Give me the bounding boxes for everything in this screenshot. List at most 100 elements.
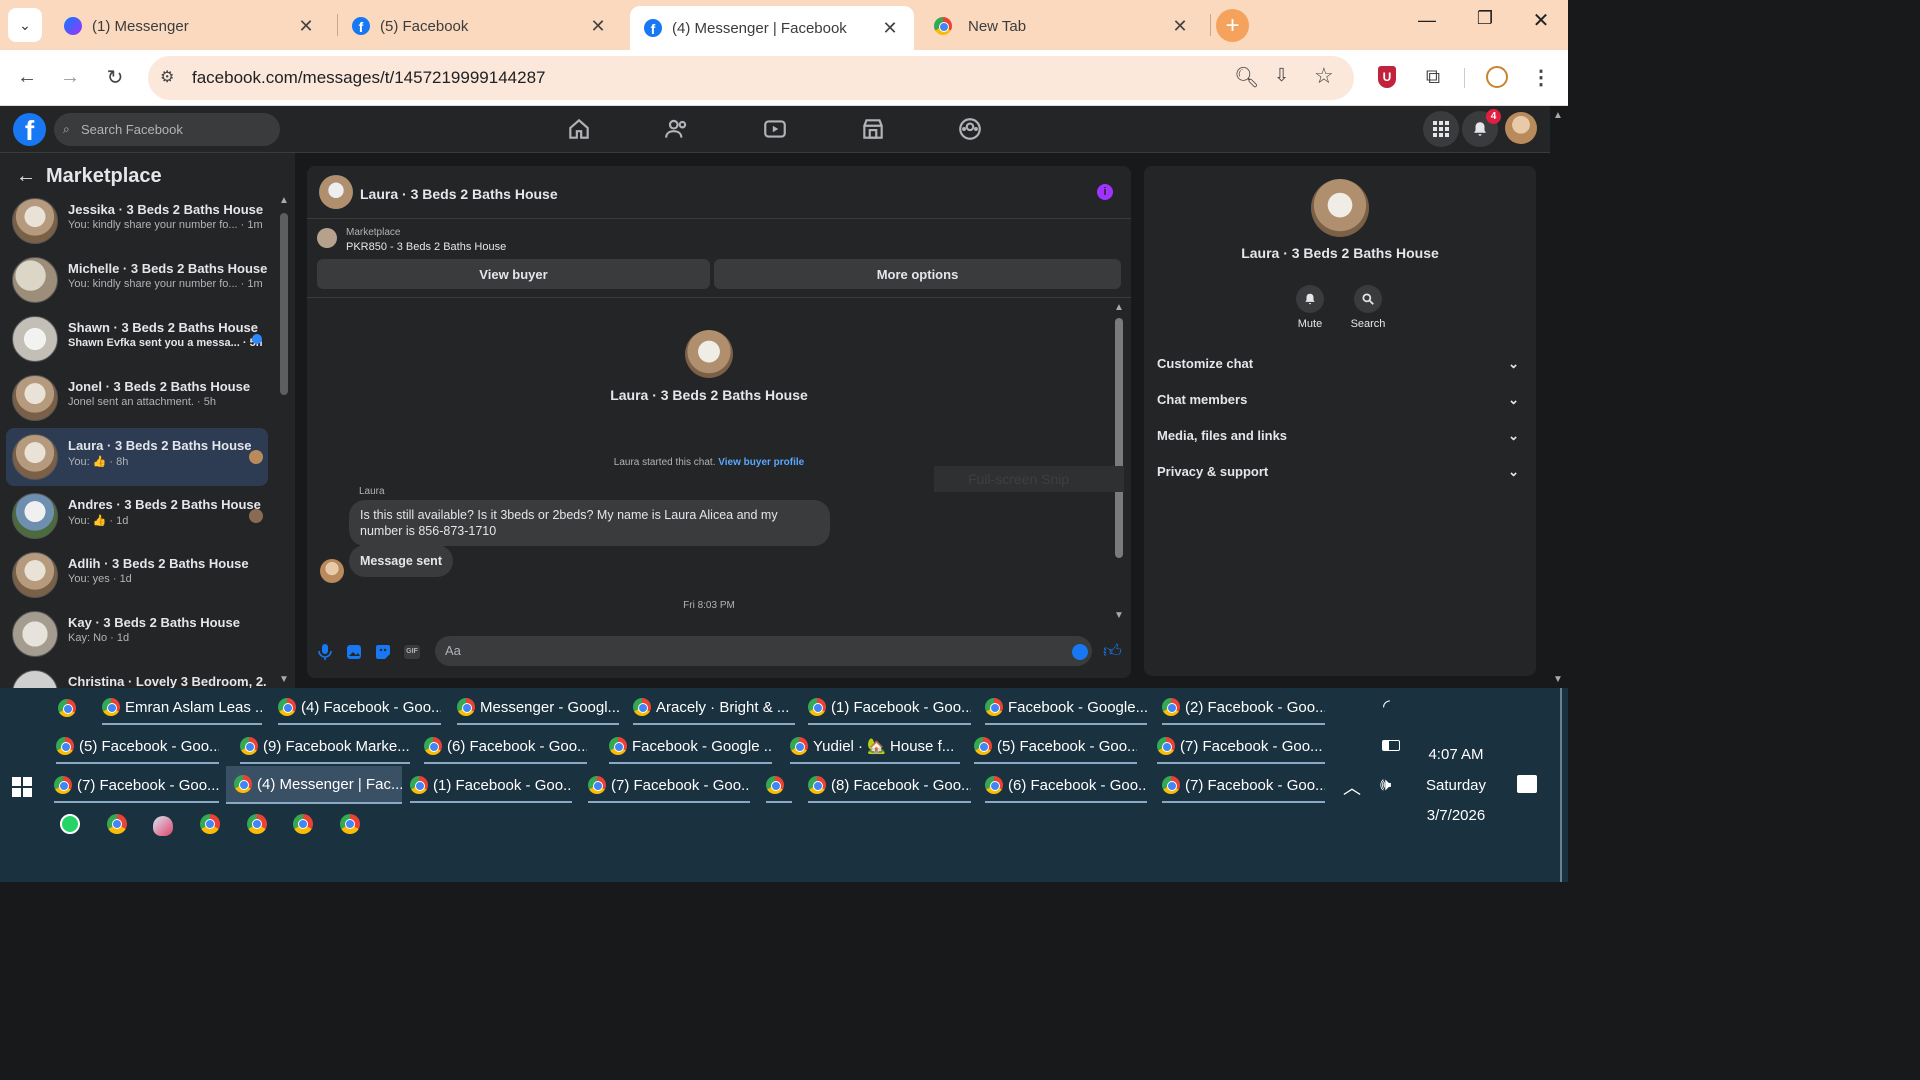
like-thumb-icon[interactable]: 👍︎	[1103, 640, 1122, 662]
messages-scroll-down-icon[interactable]: ▼	[1114, 610, 1124, 621]
conversation-laura[interactable]: Laura · 3 Beds 2 Baths House You: 👍 · 8h	[6, 428, 268, 486]
close-window-button[interactable]: ✕	[1524, 8, 1558, 38]
microphone-icon[interactable]	[318, 644, 332, 660]
chat-members-section[interactable]: Chat members ⌄	[1157, 392, 1527, 416]
chrome-profile-icon[interactable]	[340, 814, 360, 834]
taskbar-item[interactable]: Facebook - Google ...	[609, 730, 772, 764]
install-app-icon[interactable]: ⇩	[1274, 65, 1289, 86]
site-info-icon[interactable]: ⚙	[160, 67, 174, 87]
taskbar-item[interactable]: (2) Facebook - Goo...	[1162, 691, 1325, 725]
customize-chat-section[interactable]: Customize chat ⌄	[1157, 356, 1527, 380]
chat-header-title[interactable]: Laura · 3 Beds 2 Baths House	[360, 186, 558, 202]
conversation-christina[interactable]: Christina · Lovely 3 Bedroom, 2...	[6, 664, 268, 688]
conversation-jessika[interactable]: Jessika · 3 Beds 2 Baths House You: kind…	[6, 192, 268, 250]
tab-messenger-facebook[interactable]: f (4) Messenger | Facebook ✕	[630, 6, 914, 50]
account-avatar[interactable]	[1505, 112, 1537, 144]
message-scrollbar[interactable]	[1115, 318, 1123, 558]
message-bubble[interactable]: Message sent	[349, 545, 453, 577]
taskbar-item-chrome[interactable]	[58, 691, 82, 725]
sticker-icon[interactable]	[375, 644, 391, 660]
list-scroll-up-icon[interactable]: ▲	[279, 195, 289, 206]
tab-facebook[interactable]: f (5) Facebook ✕	[338, 6, 622, 46]
taskbar-item[interactable]: Yudiel · 🏡 House f...	[790, 730, 960, 764]
taskbar-item[interactable]: (1) Facebook - Goo...	[410, 769, 572, 803]
chrome-profile-icon[interactable]	[200, 814, 220, 834]
list-scrollbar[interactable]	[280, 213, 288, 395]
close-icon[interactable]: ✕	[1170, 16, 1190, 37]
taskbar-item[interactable]: Aracely · Bright & ...	[633, 691, 795, 725]
messages-scroll-up-icon[interactable]: ▲	[1114, 302, 1124, 313]
taskbar-item[interactable]: Facebook - Google...	[985, 691, 1147, 725]
menu-grid-icon[interactable]	[1423, 111, 1459, 147]
clock-date[interactable]: 3/7/2026	[1410, 807, 1502, 824]
taskbar-item[interactable]: (4) Facebook - Goo...	[278, 691, 441, 725]
taskbar-item[interactable]: (6) Facebook - Goo...	[985, 769, 1147, 803]
sender-avatar[interactable]	[320, 559, 344, 583]
back-arrow-icon[interactable]: ←	[16, 165, 36, 188]
tab-search-button[interactable]: ⌄	[8, 8, 42, 42]
marketplace-icon[interactable]	[860, 116, 886, 142]
snipping-tool-icon[interactable]	[153, 816, 173, 836]
taskbar-item[interactable]: (7) Facebook - Goo...	[1157, 730, 1325, 764]
search-in-conversation-button[interactable]	[1354, 285, 1382, 313]
taskbar-item[interactable]	[766, 769, 792, 803]
conversation-info-icon[interactable]: i	[1097, 184, 1113, 200]
menu-icon[interactable]: ⋮	[1524, 60, 1558, 94]
extensions-icon[interactable]: ⧉	[1416, 60, 1450, 94]
conversation-adlih[interactable]: Adlih · 3 Beds 2 Baths House You: yes · …	[6, 546, 268, 604]
tab-new-tab[interactable]: New Tab ✕	[920, 6, 1204, 46]
chrome-profile-icon[interactable]	[293, 814, 313, 834]
conversation-andres[interactable]: Andres · 3 Beds 2 Baths House You: 👍 · 1…	[6, 487, 268, 545]
video-icon[interactable]	[762, 116, 788, 142]
view-buyer-profile-link[interactable]: View buyer profile	[718, 457, 804, 468]
profile-avatar-large[interactable]	[685, 330, 733, 378]
message-bubble[interactable]: Is this still available? Is it 3beds or …	[349, 500, 830, 546]
close-icon[interactable]: ✕	[296, 16, 316, 37]
taskbar-item[interactable]: (7) Facebook - Goo...	[54, 769, 219, 803]
volume-icon[interactable]: 🕪︎	[1380, 774, 1391, 795]
whatsapp-icon[interactable]	[60, 814, 80, 834]
taskbar-item[interactable]: (1) Facebook - Goo...	[808, 691, 971, 725]
zoom-icon[interactable]: 🔍︎	[1234, 65, 1259, 90]
search-input[interactable]: ⌕ Search Facebook	[54, 113, 280, 146]
close-icon[interactable]: ✕	[588, 16, 608, 37]
page-scroll-up-icon[interactable]: ▲	[1553, 110, 1563, 121]
restore-button[interactable]: ❐	[1468, 8, 1502, 38]
details-avatar[interactable]	[1311, 179, 1369, 237]
forward-icon[interactable]: →	[53, 60, 87, 94]
media-files-links-section[interactable]: Media, files and links ⌄	[1157, 428, 1527, 452]
photo-icon[interactable]	[346, 644, 362, 660]
minimize-button[interactable]: —	[1410, 10, 1444, 40]
taskbar-item[interactable]: (6) Facebook - Goo...	[424, 730, 587, 764]
mute-button[interactable]	[1296, 285, 1324, 313]
listing-title[interactable]: PKR850 - 3 Beds 2 Baths House	[346, 241, 506, 253]
taskbar-item[interactable]: (8) Facebook - Goo...	[808, 769, 971, 803]
message-input[interactable]: Aa	[435, 636, 1092, 666]
back-icon[interactable]: ←	[10, 60, 44, 94]
chrome-profile-icon[interactable]	[247, 814, 267, 834]
bookmark-star-icon[interactable]: ☆	[1314, 63, 1334, 89]
listing-thumbnail[interactable]	[317, 228, 337, 248]
wifi-icon[interactable]: ◜	[1383, 696, 1390, 717]
address-bar[interactable]: ⚙ facebook.com/messages/t/14572199991442…	[148, 56, 1354, 100]
windows-start-icon[interactable]	[12, 777, 32, 797]
view-buyer-button[interactable]: View buyer	[317, 259, 710, 289]
list-scroll-down-icon[interactable]: ▼	[279, 674, 289, 685]
conversation-michelle[interactable]: Michelle · 3 Beds 2 Baths House You: kin…	[6, 251, 268, 309]
new-tab-button[interactable]: +	[1216, 9, 1249, 42]
taskbar-item[interactable]: (5) Facebook - Goo...	[56, 730, 219, 764]
ublock-extension-icon[interactable]: U	[1378, 66, 1396, 88]
taskbar-item[interactable]: (7) Facebook - Goo...	[1162, 769, 1325, 803]
show-hidden-icons-icon[interactable]: ︿	[1343, 774, 1361, 800]
reload-icon[interactable]: ↻	[98, 60, 132, 94]
conversation-shawn[interactable]: Shawn · 3 Beds 2 Baths House Shawn Evfka…	[6, 310, 268, 368]
notification-center-icon[interactable]	[1517, 775, 1537, 793]
conversation-kay[interactable]: Kay · 3 Beds 2 Baths House Kay: No · 1d	[6, 605, 268, 663]
taskbar-item[interactable]: Messenger - Googl...	[457, 691, 619, 725]
gif-icon[interactable]: GIF	[404, 645, 420, 659]
tab-messenger[interactable]: (1) Messenger ✕	[50, 6, 330, 46]
chrome-profile-icon[interactable]	[107, 814, 127, 834]
groups-icon[interactable]	[957, 116, 983, 142]
page-scroll-down-icon[interactable]: ▼	[1553, 674, 1563, 685]
taskbar-item-active[interactable]: (4) Messenger | Fac...	[226, 766, 402, 804]
